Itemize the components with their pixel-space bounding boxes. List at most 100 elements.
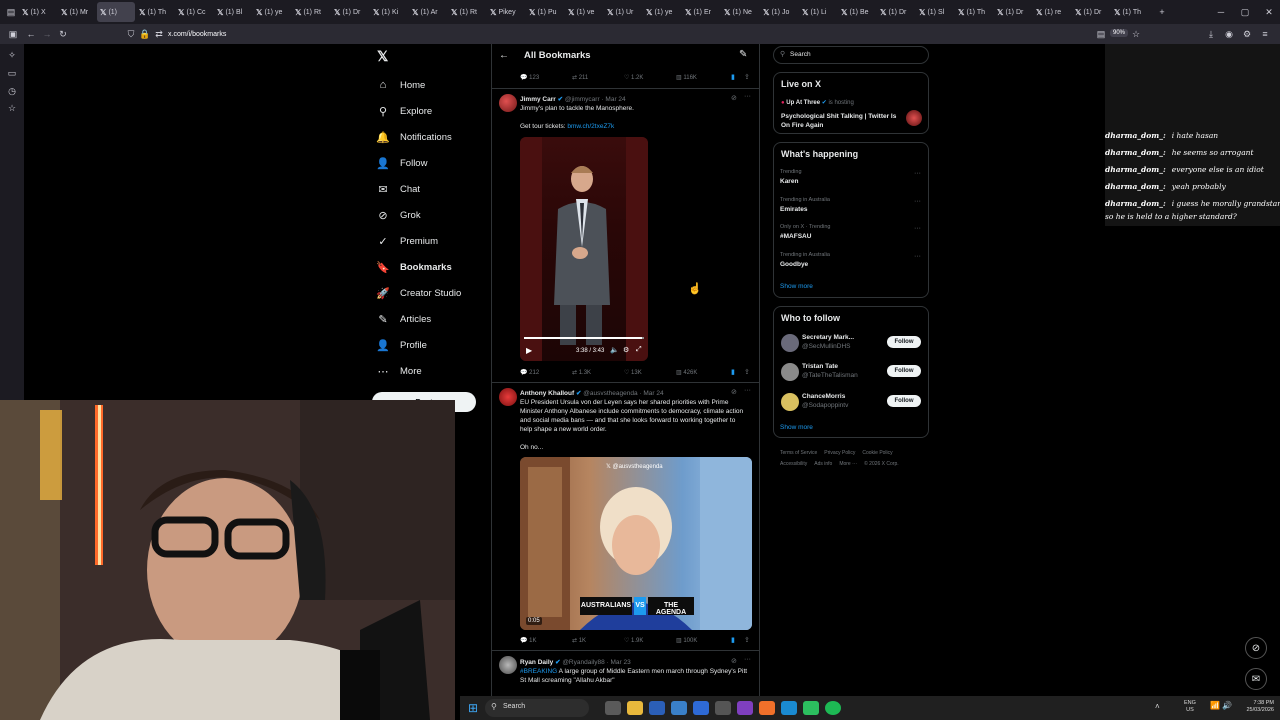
- follow-suggestion-handle[interactable]: @Sodapoppintv: [802, 402, 848, 409]
- search-box[interactable]: ⚲ Search: [773, 46, 929, 64]
- follow-suggestion-name[interactable]: ChanceMorris: [802, 393, 845, 400]
- follow-suggestion-name[interactable]: Tristan Tate: [802, 363, 838, 370]
- file-explorer-icon[interactable]: [627, 701, 643, 715]
- browser-tab[interactable]: 𝕏 (1) Bl: [214, 2, 252, 22]
- repost-button[interactable]: ⇄ 1.3K: [572, 369, 624, 376]
- tweet-date[interactable]: Mar 24: [605, 96, 625, 103]
- browser-tab[interactable]: 𝕏 (1): [97, 2, 135, 22]
- task-view-icon[interactable]: [605, 701, 621, 715]
- messages-float-icon[interactable]: ✉: [1245, 668, 1267, 690]
- trend-topic[interactable]: Karen: [780, 178, 798, 185]
- trend-topic[interactable]: #MAFSAU: [780, 233, 811, 240]
- trend-topic[interactable]: Goodbye: [780, 261, 808, 268]
- browser-tab[interactable]: 𝕏 (1) ye: [253, 2, 291, 22]
- tweet-handle[interactable]: @jimmycarr: [565, 96, 600, 103]
- maximize-icon[interactable]: ▢: [1238, 5, 1252, 19]
- menu-icon[interactable]: ≡: [1258, 27, 1272, 41]
- share-icon[interactable]: ⇪: [744, 368, 750, 376]
- footer-link[interactable]: Terms of Service: [780, 450, 817, 456]
- follow-button[interactable]: Follow: [887, 336, 921, 348]
- bookmark-filled-icon[interactable]: ▮: [731, 368, 735, 376]
- download-icon[interactable]: ⤓: [1204, 27, 1218, 41]
- show-more-link[interactable]: Show more: [780, 283, 813, 290]
- app-icon[interactable]: [715, 701, 731, 715]
- extensions-icon[interactable]: ⚙: [1240, 27, 1254, 41]
- browser-tab[interactable]: 𝕏 (1) ve: [565, 2, 603, 22]
- follow-suggestion-handle[interactable]: @SecMullinDHS: [802, 343, 851, 350]
- browser-tab[interactable]: 𝕏 (1) Sl: [916, 2, 954, 22]
- avatar[interactable]: [499, 94, 517, 112]
- browser-tab[interactable]: 𝕏 (1) Dr: [331, 2, 369, 22]
- volume-icon[interactable]: 🔊: [1222, 701, 1232, 710]
- tweet-author[interactable]: Jimmy Carr ✔ @jimmycarr · Mar 24: [520, 95, 626, 103]
- bookmark-filled-icon[interactable]: ▮: [731, 636, 735, 644]
- nav-item-home[interactable]: ⌂ Home: [376, 74, 426, 96]
- grok-analyze-icon[interactable]: ⊘: [731, 388, 737, 396]
- account-icon[interactable]: ◉: [1222, 27, 1236, 41]
- bookmarks-sidebar-icon[interactable]: ☆: [5, 101, 19, 115]
- url-text[interactable]: x.com/i/bookmarks: [168, 31, 226, 38]
- more-options-icon[interactable]: ···: [914, 198, 921, 205]
- follow-suggestion-handle[interactable]: @TateTheTalisman: [802, 372, 858, 379]
- hashtag-link[interactable]: #BREAKING: [520, 668, 557, 675]
- app-icon[interactable]: [803, 701, 819, 715]
- more-options-icon[interactable]: ···: [744, 656, 751, 663]
- footer-link[interactable]: More ···: [839, 461, 857, 467]
- language-indicator[interactable]: ENG US: [1184, 700, 1196, 714]
- nav-item-grok[interactable]: ⊘ Grok: [376, 204, 420, 226]
- browser-tab[interactable]: 𝕏 (1) ye: [643, 2, 681, 22]
- browser-tab[interactable]: 𝕏 (1) Rt: [448, 2, 486, 22]
- search-input[interactable]: Search: [790, 51, 811, 58]
- nav-item-follow[interactable]: 👤 Follow: [376, 152, 427, 174]
- app-icon[interactable]: [649, 701, 665, 715]
- tabs-icon[interactable]: ▭: [5, 66, 19, 80]
- browser-tab[interactable]: 𝕏 (1) Th: [955, 2, 993, 22]
- bookmark-star-icon[interactable]: ☆: [1129, 27, 1143, 41]
- app-icon[interactable]: [693, 701, 709, 715]
- grok-float-icon[interactable]: ⊘: [1245, 637, 1267, 659]
- edge-icon[interactable]: [781, 701, 797, 715]
- site-info-icon[interactable]: ⇄: [152, 27, 166, 41]
- close-window-icon[interactable]: ✕: [1262, 5, 1276, 19]
- app-icon[interactable]: [737, 701, 753, 715]
- like-button[interactable]: ♡ 1.2K: [624, 74, 676, 81]
- footer-link[interactable]: Privacy Policy: [824, 450, 855, 456]
- nav-item-explore[interactable]: ⚲ Explore: [376, 100, 432, 122]
- x-logo[interactable]: 𝕏: [377, 48, 388, 65]
- tweet-date[interactable]: Mar 24: [643, 390, 663, 397]
- back-icon[interactable]: ←: [24, 27, 38, 41]
- tweet-handle[interactable]: @Ryandaily88: [562, 659, 604, 666]
- like-button[interactable]: ♡ 1.9K: [624, 637, 676, 644]
- browser-tab[interactable]: 𝕏 (1) Jo: [760, 2, 798, 22]
- compose-icon[interactable]: ✎: [739, 49, 747, 60]
- nav-item-profile[interactable]: 👤 Profile: [376, 334, 427, 356]
- reload-icon[interactable]: ↻: [56, 27, 70, 41]
- browser-tab[interactable]: 𝕏 (1) Ki: [370, 2, 408, 22]
- trend-topic[interactable]: Emirates: [780, 206, 807, 213]
- live-space-title[interactable]: Psychological Shit Talking | Twitter Is …: [781, 112, 905, 130]
- app-icon[interactable]: [671, 701, 687, 715]
- volume-icon[interactable]: 🔈: [610, 346, 619, 354]
- avatar[interactable]: [781, 363, 799, 381]
- sidebar-toggle-icon[interactable]: ▣: [6, 27, 20, 41]
- browser-tab[interactable]: 𝕏 (1) Li: [799, 2, 837, 22]
- tab-list-icon[interactable]: ▤: [4, 5, 18, 19]
- video-progress-track[interactable]: [524, 337, 644, 339]
- avatar[interactable]: [499, 656, 517, 674]
- views-button[interactable]: ▥ 426K: [676, 369, 728, 376]
- nav-item-creator-studio[interactable]: 🚀 Creator Studio: [376, 282, 461, 304]
- history-icon[interactable]: ◷: [5, 84, 19, 98]
- more-options-icon[interactable]: ···: [744, 93, 751, 100]
- tweet-handle[interactable]: @ausvstheagenda: [583, 390, 637, 397]
- browser-tab[interactable]: 𝕏 (1) Er: [682, 2, 720, 22]
- minimize-icon[interactable]: ─: [1214, 5, 1228, 19]
- repost-button[interactable]: ⇄ 211: [572, 74, 624, 81]
- more-options-icon[interactable]: ···: [914, 170, 921, 177]
- browser-tab[interactable]: 𝕏 (1) Dr: [994, 2, 1032, 22]
- nav-item-premium[interactable]: ✓ Premium: [376, 230, 438, 252]
- like-button[interactable]: ♡ 13K: [624, 369, 676, 376]
- grok-analyze-icon[interactable]: ⊘: [731, 94, 737, 102]
- avatar[interactable]: [781, 393, 799, 411]
- nav-item-articles[interactable]: ✎ Articles: [376, 308, 431, 330]
- live-host[interactable]: ● Up At Three ✔ is hosting: [781, 99, 854, 106]
